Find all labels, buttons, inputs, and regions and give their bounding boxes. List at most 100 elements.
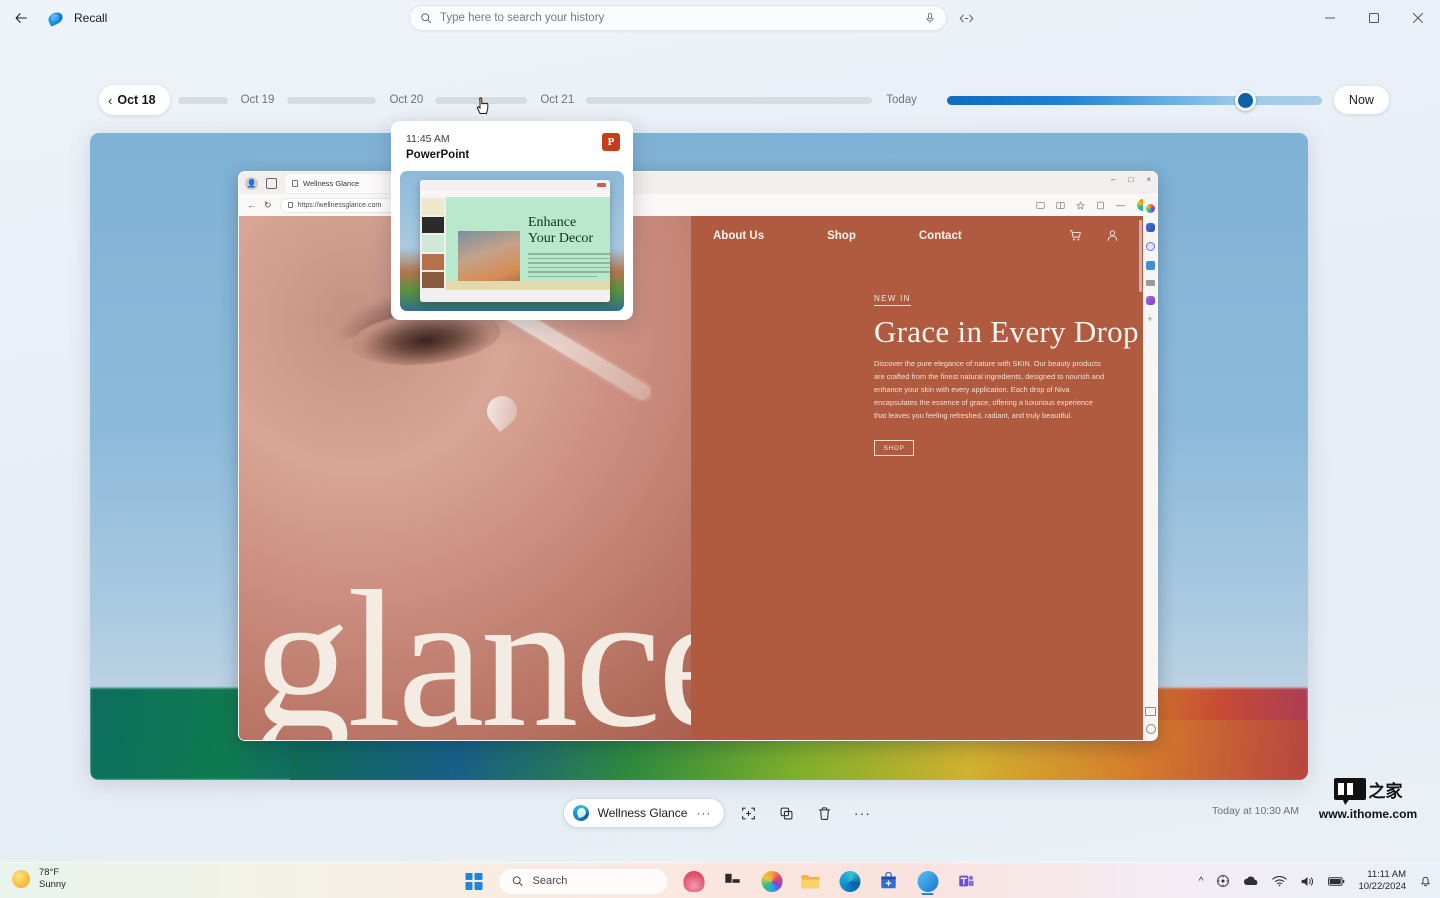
- browser-essentials-icon[interactable]: [1096, 201, 1105, 210]
- edge-icon: [573, 805, 589, 821]
- back-button[interactable]: [6, 3, 36, 33]
- search-box[interactable]: [409, 5, 947, 31]
- preview-slide-title-line1: Enhance: [528, 215, 576, 230]
- copilot-app-button[interactable]: [759, 866, 785, 896]
- browser-maximize-icon[interactable]: □: [1128, 175, 1133, 184]
- browser-close-icon[interactable]: ×: [1146, 175, 1151, 184]
- onedrive-icon[interactable]: [1243, 875, 1259, 887]
- weather-widget[interactable]: 78°F Sunny: [12, 867, 66, 890]
- search-input[interactable]: [440, 12, 924, 24]
- minimize-button[interactable]: [1308, 0, 1352, 36]
- preview-slide-footer: [446, 281, 610, 290]
- recall-icon[interactable]: [1146, 223, 1155, 232]
- microphone-icon[interactable]: [924, 12, 936, 24]
- bell-icon[interactable]: [1419, 874, 1432, 888]
- tab-actions-icon[interactable]: [266, 178, 277, 189]
- maximize-button[interactable]: [1352, 0, 1396, 36]
- cart-icon[interactable]: [1069, 229, 1082, 242]
- tools-icon[interactable]: [1146, 280, 1155, 286]
- timeline-segment[interactable]: [178, 97, 228, 104]
- more-options-button[interactable]: ···: [847, 798, 877, 828]
- feedback-button[interactable]: [956, 9, 976, 27]
- sidebar-collapse-icon[interactable]: —: [1116, 200, 1126, 210]
- close-button[interactable]: [1396, 0, 1440, 36]
- weather-description: Sunny: [39, 879, 66, 890]
- accessibility-icon[interactable]: [1216, 874, 1230, 888]
- timeline-selected-day[interactable]: ‹ Oct 18: [99, 85, 170, 115]
- snapshot-app-chip[interactable]: Wellness Glance ···: [563, 798, 726, 828]
- snapshot-app-overflow-icon[interactable]: ···: [696, 806, 711, 820]
- app-title: Recall: [74, 11, 107, 25]
- copy-button[interactable]: [771, 798, 801, 828]
- timeline-day-oct21[interactable]: Oct 21: [540, 94, 574, 106]
- timeline-segment[interactable]: [586, 97, 872, 104]
- taskbar-clock[interactable]: 11:11 AM 10/22/2024: [1358, 869, 1406, 892]
- profile-icon[interactable]: 👤: [245, 177, 258, 190]
- time-slider[interactable]: Now: [947, 86, 1389, 114]
- collections-icon[interactable]: [1036, 201, 1045, 210]
- timeline-day-oct20[interactable]: Oct 20: [389, 94, 423, 106]
- timeline-segment[interactable]: [287, 97, 376, 104]
- hero-right-panel: About Us Shop Contact NEW IN Grace in Ev…: [691, 216, 1143, 740]
- chevron-left-icon[interactable]: ‹: [108, 93, 112, 108]
- edge-browser-window[interactable]: 👤 Wellness Glance × – □ × ← ↻ https://we…: [238, 171, 1158, 741]
- hero-shop-button[interactable]: SHOP: [874, 440, 914, 456]
- now-button[interactable]: Now: [1334, 86, 1389, 114]
- timeline-hover-preview[interactable]: 11:45 AM PowerPoint P Enhan: [391, 121, 633, 320]
- recall-snapshot[interactable]: 👤 Wellness Glance × – □ × ← ↻ https://we…: [90, 133, 1308, 780]
- preview-slide-canvas: Enhance Your Decor: [446, 197, 610, 290]
- office-icon[interactable]: [1146, 261, 1155, 270]
- search-area: [409, 5, 947, 31]
- taskbar-search[interactable]: Search: [500, 869, 668, 894]
- click-to-do-button[interactable]: [733, 798, 763, 828]
- add-icon[interactable]: +: [1146, 315, 1155, 324]
- taskbar-search-placeholder: Search: [533, 875, 568, 887]
- games-icon[interactable]: [1146, 296, 1155, 305]
- battery-icon[interactable]: [1328, 876, 1345, 887]
- nav-about-us[interactable]: About Us: [713, 230, 764, 242]
- time-slider-thumb[interactable]: [1235, 90, 1256, 111]
- wifi-icon[interactable]: [1272, 875, 1287, 887]
- copilot-app-icon: [761, 871, 782, 892]
- recall-taskbar-button[interactable]: [915, 866, 941, 896]
- favorites-icon[interactable]: [1076, 201, 1085, 210]
- preview-slide-thumb: [422, 254, 444, 270]
- copilot-taskbar-button[interactable]: [681, 866, 707, 896]
- volume-icon[interactable]: [1300, 875, 1315, 888]
- store-icon: [880, 872, 898, 890]
- microsoft-store-button[interactable]: [876, 866, 902, 896]
- trash-icon: [817, 806, 832, 821]
- watermark-brand: 之家: [1369, 777, 1403, 802]
- delete-button[interactable]: [809, 798, 839, 828]
- copilot-icon[interactable]: [1146, 204, 1155, 213]
- split-screen-icon[interactable]: [1056, 201, 1065, 210]
- account-icon[interactable]: [1106, 229, 1119, 242]
- watermark: 之家 www.ithome.com: [1308, 772, 1428, 821]
- time-slider-track[interactable]: [947, 96, 1322, 105]
- preview-thumbnail[interactable]: Enhance Your Decor: [400, 171, 624, 311]
- settings-icon[interactable]: [1146, 242, 1155, 251]
- show-hidden-icons-button[interactable]: ^: [1199, 876, 1204, 887]
- timeline-day-today[interactable]: Today: [886, 94, 917, 106]
- timeline-scrubber[interactable]: ‹ Oct 18 Oct 19 Oct 20 Oct 21 Today Now: [0, 84, 1440, 116]
- snapshot-timestamp: Today at 10:30 AM: [1212, 805, 1299, 817]
- timeline-day-oct19[interactable]: Oct 19: [241, 94, 275, 106]
- folder-icon: [801, 873, 821, 890]
- browser-scrollbar[interactable]: [1139, 220, 1142, 292]
- edge-button[interactable]: [837, 866, 863, 896]
- teams-button[interactable]: [954, 866, 980, 896]
- browser-refresh-icon[interactable]: ↻: [264, 200, 273, 211]
- browser-settings-icon[interactable]: [1146, 724, 1156, 734]
- browser-zoom-icon[interactable]: [1145, 707, 1156, 716]
- browser-minimize-icon[interactable]: –: [1111, 175, 1115, 184]
- timeline-segment[interactable]: [435, 97, 527, 104]
- start-button[interactable]: [461, 866, 487, 896]
- nav-contact[interactable]: Contact: [919, 230, 962, 242]
- powerpoint-icon-letter: P: [608, 136, 615, 148]
- browser-back-icon[interactable]: ←: [247, 200, 257, 210]
- nav-shop[interactable]: Shop: [827, 230, 856, 242]
- window-controls: [1308, 0, 1440, 36]
- task-view-button[interactable]: [720, 866, 746, 896]
- file-explorer-button[interactable]: [798, 866, 824, 896]
- weather-temperature: 78°F: [39, 867, 59, 878]
